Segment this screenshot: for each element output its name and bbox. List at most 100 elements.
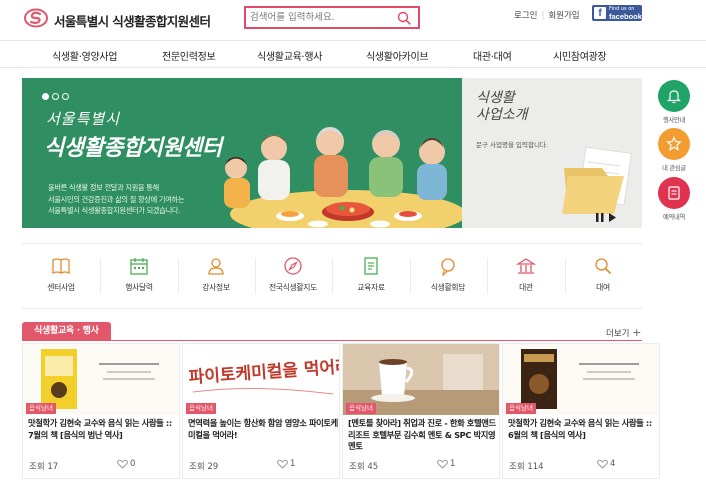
card-likes[interactable]: 4 [597, 459, 615, 469]
side-circle [658, 128, 690, 160]
card-title[interactable]: [멘토를 찾아라] 취업과 진로 - 한화 호텔앤드리조트 호텔부문 김수희 멘… [348, 418, 498, 453]
card-like-count: 0 [130, 459, 136, 469]
section-tab-education-events[interactable]: 식생활교육 · 행사 [22, 322, 111, 340]
card-like-count: 1 [450, 459, 456, 469]
main-banner[interactable]: 서울특별시 식생활종합지원센터 올바른 식생활 정보 전달과 지원을 통해 서울… [22, 78, 462, 228]
quick-label: 대관 [519, 283, 533, 292]
event-card[interactable]: 음식남녀 맛철학가 김현숙 교수와 음식 읽는 사람들 :: 7월의 책 [음식… [22, 343, 180, 479]
document-icon [364, 257, 378, 275]
side-my-interests[interactable]: 내 관심글 [655, 128, 693, 172]
card-views: 조회 45 [349, 462, 379, 472]
side-circle [658, 80, 690, 112]
calendar-icon [130, 258, 148, 275]
nav-item-rental[interactable]: 대관·대여 [473, 48, 512, 63]
more-link[interactable]: 더보기 + [606, 326, 641, 339]
header: 서울특별시 식생활종합지원센터 로그인 |회원가입 f Find us on fa… [0, 0, 706, 40]
quick-label: 강사정보 [202, 283, 230, 292]
facebook-text: Find us on facebook [609, 6, 642, 20]
building-icon [516, 258, 536, 274]
quick-menu: 센터사업 행사달력 강사정보 전국식생활지도 교육자료 식생활회담 대관 대여 [22, 243, 642, 309]
intro-title-line-2: 사업소개 [476, 107, 528, 123]
quick-item-center-project[interactable]: 센터사업 [22, 244, 100, 308]
join-link[interactable]: 회원가입 [548, 11, 579, 21]
intro-title: 식생활 사업소개 [476, 90, 528, 124]
quick-label: 교육자료 [357, 283, 385, 292]
pause-icon[interactable] [596, 213, 604, 222]
quick-label: 식생활회담 [430, 283, 466, 292]
card-title[interactable]: 맛철학가 김현숙 교수와 음식 읽는 사람들 :: 6월의 책 [음식의 역사] [508, 418, 658, 441]
search-button[interactable] [396, 10, 412, 26]
card-like-count: 4 [610, 459, 616, 469]
nav-item-participation[interactable]: 시민참여광장 [553, 48, 607, 63]
card-likes[interactable]: 0 [117, 459, 135, 469]
banner-dot-3[interactable] [62, 93, 69, 100]
card-category-badge: 음식남녀 [186, 403, 216, 414]
banner-desc-line: 서울특별시 식생활종합지원센터가 되겠습니다. [48, 206, 181, 215]
quick-item-edu-materials[interactable]: 교육자료 [332, 244, 410, 308]
event-card[interactable]: 파이토케미컬을 먹어라 음식남녀 면역력을 높이는 항산화 함암 영양소 파이토… [182, 343, 340, 479]
banner-dot-2[interactable] [52, 93, 59, 100]
facebook-button[interactable]: f Find us on facebook [592, 5, 642, 21]
quick-label: 대여 [596, 283, 610, 292]
nav-item-nutrition[interactable]: 식생활·영양사업 [52, 48, 117, 63]
site-logo[interactable] [24, 8, 48, 28]
business-intro-panel[interactable]: 식생활 사업소개 문구 사업명을 입력합니다. [462, 78, 642, 228]
card-views: 조회 29 [189, 462, 219, 472]
nav-item-education[interactable]: 식생활교육·행사 [257, 48, 322, 63]
more-label: 더보기 [606, 329, 630, 339]
compass-icon [284, 257, 302, 275]
card-category-badge: 음식남녀 [346, 403, 376, 414]
quick-item-venue-rental[interactable]: 대관 [487, 244, 565, 308]
intro-description: 문구 사업명을 입력합니다. [476, 141, 548, 149]
login-link[interactable]: 로그인 [514, 11, 537, 21]
quick-label: 센터사업 [47, 283, 75, 292]
card-category-badge: 음식남녀 [26, 403, 56, 414]
quick-item-instructor-info[interactable]: 강사정보 [177, 244, 255, 308]
heart-icon [437, 459, 448, 469]
banner-description: 올바른 식생활 정보 전달과 지원을 통해 서울시민의 건강증진과 삶의 질 향… [48, 182, 184, 217]
intro-title-line-1: 식생활 [476, 90, 515, 106]
side-event-info[interactable]: 행사안내 [655, 80, 693, 124]
nav-item-archive[interactable]: 식생활아카이브 [366, 48, 429, 63]
card-title[interactable]: 면역력을 높이는 항산화 함암 영양소 파이토케미컬을 먹어라! [188, 418, 338, 441]
card-title[interactable]: 맛철학가 김현숙 교수와 음식 읽는 사람들 :: 7월의 책 [음식의 범난 … [28, 418, 178, 441]
side-label: 내 관심글 [662, 165, 686, 172]
banner-desc-line: 서울시민의 건강증진과 삶의 질 향상에 기여하는 [48, 194, 185, 204]
magnifier-icon [595, 258, 612, 275]
banner-heading: 식생활종합지원센터 [44, 135, 222, 161]
book-icon [52, 258, 70, 275]
folder-illustration [562, 146, 632, 214]
site-title[interactable]: 서울특별시 식생활종합지원센터 [54, 11, 211, 30]
banner-heading-small: 서울특별시 [46, 110, 121, 128]
event-card[interactable]: 음식남녀 [멘토를 찾아라] 취업과 진로 - 한화 호텔앤드리조트 호텔부문 … [342, 343, 500, 479]
quick-item-event-calendar[interactable]: 행사달력 [100, 244, 178, 308]
person-icon [208, 258, 224, 275]
util-links: 로그인 | 회원가입 [514, 9, 580, 21]
banner-controls [596, 213, 616, 222]
play-icon[interactable] [609, 213, 616, 222]
quick-label: 행사달력 [125, 283, 153, 292]
quick-label: 전국식생활지도 [268, 283, 318, 292]
card-likes[interactable]: 1 [277, 459, 295, 469]
star-icon [666, 136, 682, 151]
side-reservations[interactable]: 예약내역 [655, 177, 693, 221]
event-card[interactable]: 음식남녀 맛철학가 김현숙 교수와 음식 읽는 사람들 :: 6월의 책 [음식… [502, 343, 660, 479]
banner-dot-1[interactable] [42, 93, 49, 100]
banner-pager [42, 93, 69, 100]
card-likes[interactable]: 1 [437, 459, 455, 469]
quick-item-diet-talk[interactable]: 식생활회담 [409, 244, 487, 308]
heart-icon [117, 459, 128, 469]
card-category-badge: 음식남녀 [506, 403, 536, 414]
quick-item-equipment-rental[interactable]: 대여 [564, 244, 642, 308]
main-nav: 식생활·영양사업 전문인력정보 식생활교육·행사 식생활아카이브 대관·대여 시… [0, 40, 706, 68]
search-input[interactable] [250, 9, 390, 26]
side-label: 예약내역 [663, 214, 685, 221]
search-box [244, 6, 420, 29]
facebook-icon: f [594, 7, 606, 19]
quick-item-national-map[interactable]: 전국식생활지도 [254, 244, 332, 308]
side-circle [658, 177, 690, 209]
util-divider: | [541, 11, 545, 21]
nav-item-experts[interactable]: 전문인력정보 [162, 48, 216, 63]
heart-icon [597, 459, 608, 469]
card-views: 조회 114 [509, 462, 544, 472]
